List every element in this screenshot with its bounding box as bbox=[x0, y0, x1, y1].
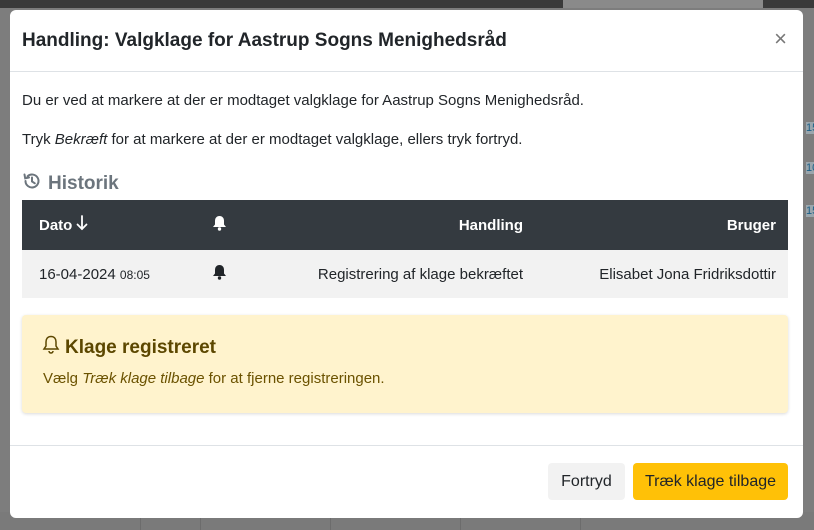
bell-outline-icon bbox=[42, 335, 60, 360]
action-modal: Handling: Valgklage for Aastrup Sogns Me… bbox=[10, 10, 803, 518]
modal-footer: Fortryd Træk klage tilbage bbox=[10, 445, 803, 518]
background-page-header-button bbox=[563, 0, 763, 8]
history-table: Dato Handling Bruger 16-04-2024 08:05 Re… bbox=[22, 200, 788, 298]
withdraw-emphasis: Træk klage tilbage bbox=[82, 370, 205, 387]
withdraw-complaint-button[interactable]: Træk klage tilbage bbox=[633, 463, 788, 500]
row-bruger: Elisabet Jona Fridriksdottir bbox=[599, 265, 776, 283]
history-icon bbox=[22, 171, 42, 197]
column-header-handling[interactable]: Handling bbox=[459, 217, 523, 234]
history-heading: Historik bbox=[22, 171, 119, 197]
table-row: 16-04-2024 08:05 Registrering af klage b… bbox=[22, 250, 788, 298]
table-header-row: Dato Handling Bruger bbox=[22, 200, 788, 250]
alert-title: Klage registreret bbox=[42, 335, 216, 360]
status-alert: Klage registreret Vælg Træk klage tilbag… bbox=[22, 315, 788, 413]
row-handling: Registrering af klage bekræftet bbox=[317, 265, 523, 283]
intro-text: Du er ved at markere at der er modtaget … bbox=[22, 92, 584, 109]
row-time: 08:05 bbox=[119, 267, 150, 282]
modal-title: Handling: Valgklage for Aastrup Sogns Me… bbox=[22, 30, 507, 51]
background-edge-number: 15 bbox=[806, 122, 814, 134]
confirm-emphasis: Bekræft bbox=[54, 131, 108, 148]
row-date: 16-04-2024 08:05 bbox=[39, 265, 150, 283]
close-button[interactable]: × bbox=[774, 28, 787, 50]
column-header-dato[interactable]: Dato bbox=[39, 215, 88, 235]
instruction-text: Tryk Bekræft for at markere at der er mo… bbox=[22, 131, 523, 148]
alert-text: Vælg Træk klage tilbage for at fjerne re… bbox=[43, 370, 385, 387]
column-header-bruger[interactable]: Bruger bbox=[727, 217, 776, 234]
background-edge-number: 15 bbox=[806, 205, 814, 217]
bell-icon bbox=[212, 215, 227, 235]
background-edge-number: 10 bbox=[806, 162, 814, 174]
bell-icon bbox=[212, 264, 227, 284]
arrow-down-icon bbox=[76, 215, 88, 235]
modal-header: Handling: Valgklage for Aastrup Sogns Me… bbox=[10, 10, 803, 72]
cancel-button[interactable]: Fortryd bbox=[548, 463, 625, 500]
